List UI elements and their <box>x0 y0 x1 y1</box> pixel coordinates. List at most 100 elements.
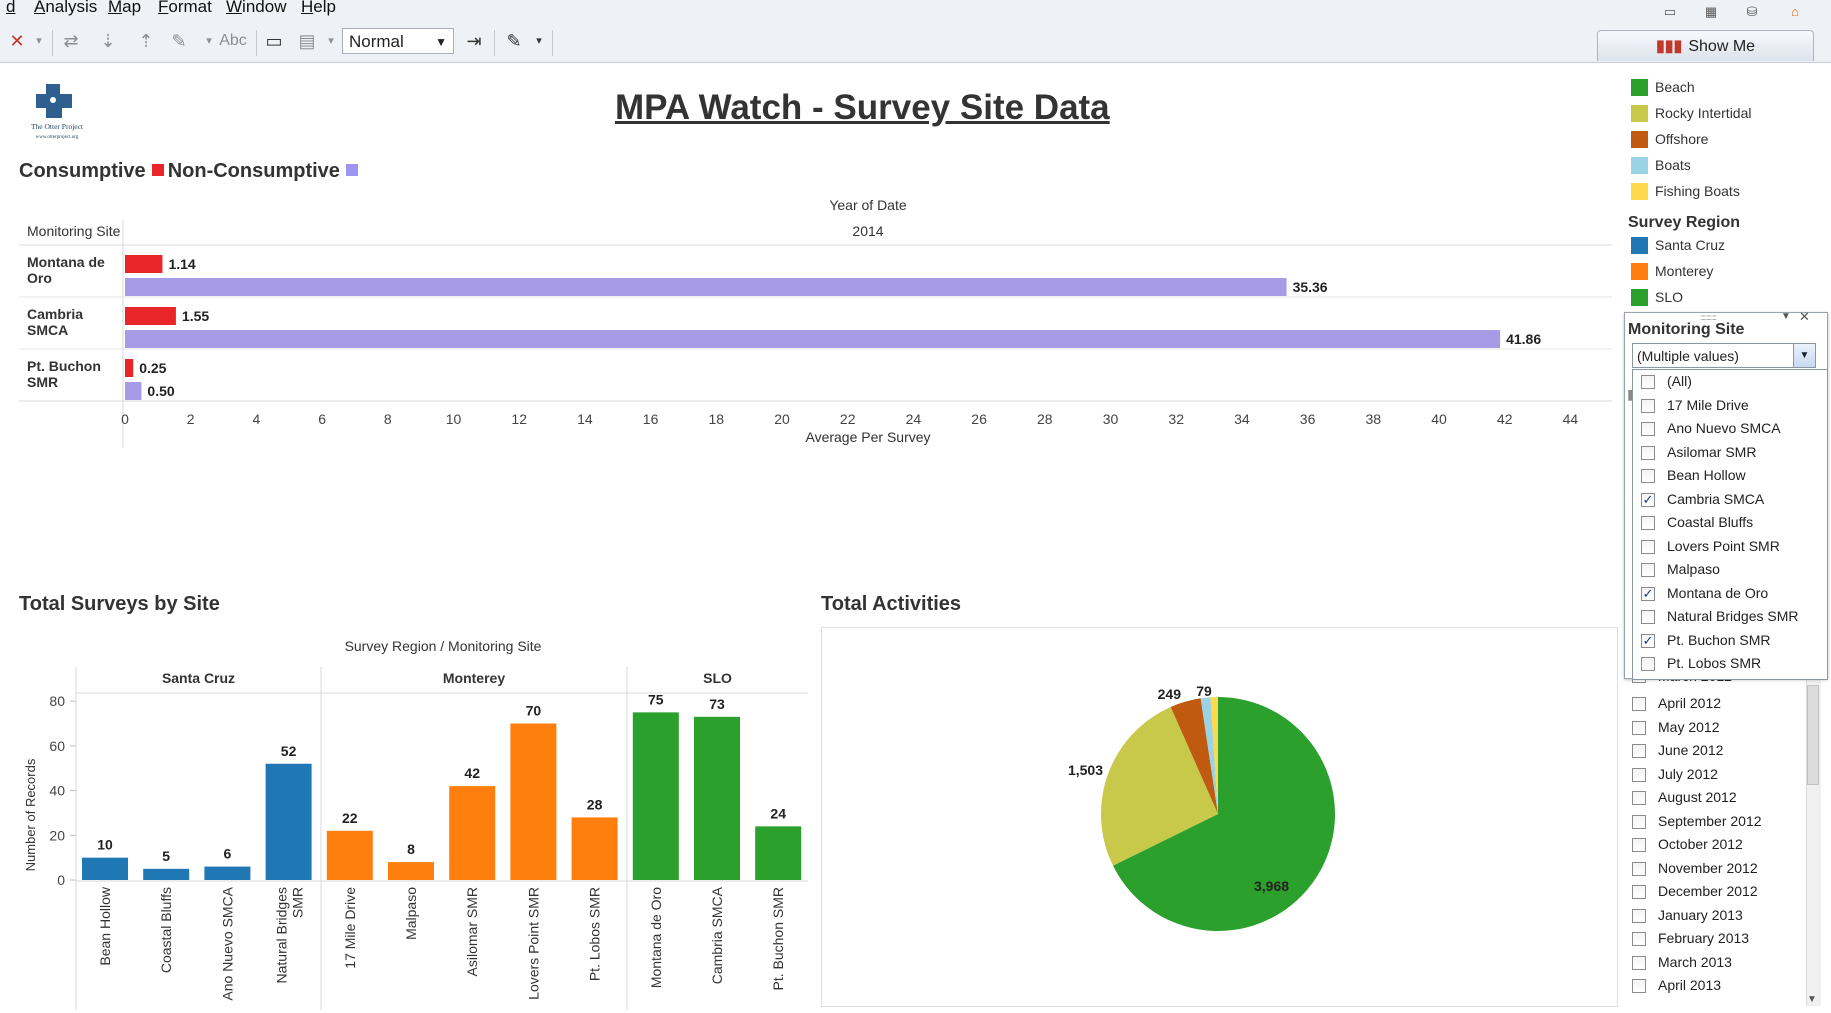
menu-map[interactable]: Map <box>108 0 141 17</box>
menu-fragment[interactable]: d <box>6 0 15 17</box>
site-checkbox[interactable] <box>1641 657 1655 671</box>
menu-analysis[interactable]: Analysis <box>34 0 97 17</box>
toolbar-separator <box>494 30 495 56</box>
toolbar-separator <box>256 30 257 56</box>
sort-ascending-icon[interactable]: ⇣ <box>97 30 119 52</box>
x-tick-label: 22 <box>840 411 856 427</box>
site-checkbox[interactable] <box>1641 375 1655 389</box>
swap-icon[interactable]: ⇄ <box>60 30 82 52</box>
grid-icon[interactable]: ▦ <box>1702 4 1720 20</box>
site-checkbox[interactable] <box>1641 539 1655 554</box>
site-option-label[interactable]: Pt. Buchon SMR <box>1667 632 1771 648</box>
month-label: July 2012 <box>1658 765 1718 782</box>
month-checkbox[interactable] <box>1632 744 1646 758</box>
site-option-label[interactable]: (All) <box>1667 373 1692 389</box>
menu-bar: d Analysis Map Format Window Help ▭ ▦ ⛁ … <box>0 0 1831 23</box>
scrollbar-thumb[interactable] <box>1807 685 1819 785</box>
site-option-label[interactable]: Pt. Lobos SMR <box>1667 655 1761 671</box>
site-checkbox[interactable]: ✓ <box>1641 633 1655 648</box>
menu-help[interactable]: Help <box>301 0 336 17</box>
site-checkbox[interactable] <box>1641 516 1655 530</box>
site-checkbox[interactable] <box>1641 445 1655 460</box>
bar-value-label: 0.50 <box>147 383 174 399</box>
chevron-down-icon[interactable]: ▾ <box>28 30 50 52</box>
site-option-label[interactable]: Coastal Bluffs <box>1667 514 1753 530</box>
survey-value-label: 42 <box>464 765 480 781</box>
month-checkbox[interactable] <box>1632 932 1646 946</box>
fit-select[interactable]: Normal ▼ <box>342 28 454 54</box>
region-legend-title: Survey Region <box>1628 214 1741 231</box>
region-header: SLO <box>703 670 732 686</box>
chevron-down-icon[interactable]: ▾ <box>320 30 342 52</box>
site-option-label[interactable]: Natural Bridges SMR <box>1667 608 1799 624</box>
survey-bar <box>388 862 434 880</box>
bar-value-label: 1.55 <box>182 308 209 324</box>
month-checkbox[interactable] <box>1632 814 1646 829</box>
cylinder-icon[interactable]: ⛁ <box>1743 4 1761 20</box>
legend-label: Boats <box>1655 157 1691 173</box>
site-option-label[interactable]: Montana de Oro <box>1667 585 1768 601</box>
month-label: December 2012 <box>1658 883 1758 899</box>
site-option-label[interactable]: Ano Nuevo SMCA <box>1667 420 1781 436</box>
site-option-label[interactable]: Cambria SMCA <box>1667 491 1764 507</box>
month-checkbox[interactable] <box>1632 979 1646 993</box>
presentation-icon[interactable]: ▭ <box>1661 4 1679 20</box>
y-tick-label: 0 <box>57 872 65 888</box>
combo-value: (Multiple values) <box>1637 348 1739 364</box>
site-checkbox[interactable] <box>1641 469 1655 483</box>
x-tick-label: 32 <box>1168 411 1184 427</box>
menu-window[interactable]: Window <box>226 0 286 17</box>
month-checkbox[interactable] <box>1632 767 1646 782</box>
site-option-label[interactable]: 17 Mile Drive <box>1667 397 1749 413</box>
month-checkbox[interactable] <box>1632 861 1646 876</box>
sort-descending-icon[interactable]: ⇡ <box>135 30 157 52</box>
scroll-down-icon[interactable]: ▼ <box>1807 994 1817 1005</box>
cards-icon[interactable]: ▤ <box>296 30 318 52</box>
close-icon[interactable]: ✕ <box>1799 309 1810 325</box>
pin-icon[interactable]: ⇥ <box>463 30 485 52</box>
survey-value-label: 52 <box>281 743 297 759</box>
month-checkbox[interactable] <box>1632 720 1646 735</box>
tooltip-icon[interactable]: ▭ <box>263 30 285 52</box>
menu-format[interactable]: Format <box>158 0 212 17</box>
site-option-label[interactable]: Lovers Point SMR <box>1667 538 1780 554</box>
home-icon[interactable]: ⌂ <box>1786 4 1804 20</box>
label-button[interactable]: Abc <box>216 30 250 52</box>
non-consumptive-bar <box>125 330 1501 348</box>
site-checkbox[interactable]: ✓ <box>1641 586 1655 601</box>
survey-bar <box>204 866 251 880</box>
y-tick-label: 40 <box>49 783 65 799</box>
month-checkbox[interactable] <box>1632 697 1646 711</box>
row-label: Pt. Buchon SMR <box>27 358 101 390</box>
surveys-header: Survey Region / Monitoring Site <box>345 638 542 654</box>
dashboard-title: MPA Watch - Survey Site Data <box>615 88 1110 127</box>
site-checkbox[interactable] <box>1641 422 1655 436</box>
show-me-button[interactable]: ▮▮▮ Show Me <box>1597 30 1814 61</box>
month-checkbox[interactable] <box>1632 885 1646 899</box>
site-checkbox[interactable]: ✓ <box>1641 492 1655 507</box>
site-label-natural-bridges: Natural BridgesSMR <box>274 887 306 984</box>
x-tick-label: 18 <box>709 411 725 427</box>
chevron-down-icon[interactable]: ▾ <box>528 30 550 52</box>
highlight-icon[interactable]: ✎ <box>168 30 190 52</box>
monitoring-site-combo[interactable]: (Multiple values) ▼ <box>1632 343 1816 368</box>
site-checkbox[interactable] <box>1641 563 1655 577</box>
chevron-down-icon[interactable]: ▼ <box>1793 344 1815 367</box>
survey-bar <box>143 868 190 880</box>
consumption-legend: Consumptive Non-Consumptive <box>19 160 362 183</box>
site-option-label[interactable]: Malpaso <box>1667 561 1720 577</box>
site-option-label[interactable]: Asilomar SMR <box>1667 444 1756 460</box>
month-checkbox[interactable] <box>1632 908 1646 923</box>
x-axis-title: Average Per Survey <box>805 429 930 445</box>
pen-icon[interactable]: ✎ <box>503 30 525 52</box>
site-checkbox[interactable] <box>1641 398 1655 413</box>
month-checkbox[interactable] <box>1632 955 1646 970</box>
survey-value-label: 10 <box>97 837 113 853</box>
month-checkbox[interactable] <box>1632 791 1646 805</box>
month-checkbox[interactable] <box>1632 838 1646 852</box>
site-checkbox[interactable] <box>1641 610 1655 624</box>
filter-menu-icon[interactable]: ▼ <box>1781 311 1791 322</box>
survey-bar <box>510 723 557 880</box>
site-option-label[interactable]: Bean Hollow <box>1667 467 1746 483</box>
clear-sheet-icon[interactable]: ✕ <box>6 30 28 52</box>
